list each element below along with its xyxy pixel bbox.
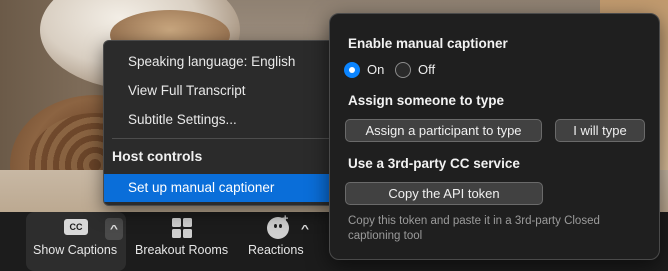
menu-item-subtitle-settings[interactable]: Subtitle Settings... — [104, 107, 335, 133]
assign-participant-button[interactable]: Assign a participant to type — [345, 119, 542, 142]
menu-item-speaking-language[interactable]: Speaking language: English — [104, 49, 335, 75]
radio-off-label: Off — [418, 62, 436, 77]
captions-dropdown-menu: Speaking language: English View Full Tra… — [103, 40, 336, 206]
closed-captions-icon: CC — [64, 219, 88, 235]
breakout-rooms-button[interactable]: Breakout Rooms — [132, 212, 232, 271]
chevron-up-icon: ^ — [300, 223, 310, 235]
captions-options-caret-button[interactable]: ^ — [105, 218, 123, 240]
menu-item-set-up-manual-captioner[interactable]: Set up manual captioner — [104, 174, 335, 202]
menu-divider — [112, 138, 329, 139]
copy-token-help-text: Copy this token and paste it in a 3rd-pa… — [348, 215, 600, 242]
manual-captioner-panel: Enable manual captioner On Off Assign so… — [329, 13, 660, 260]
radio-on[interactable] — [344, 62, 360, 78]
radio-on-label: On — [367, 62, 385, 77]
reactions-label: Reactions — [248, 243, 304, 257]
radio-off[interactable] — [395, 62, 411, 78]
chevron-up-icon: ^ — [109, 223, 119, 235]
breakout-rooms-label: Breakout Rooms — [135, 243, 229, 257]
show-captions-label: Show Captions — [33, 243, 118, 257]
breakout-rooms-icon — [172, 218, 192, 238]
assign-someone-heading: Assign someone to type — [348, 93, 505, 108]
i-will-type-button[interactable]: I will type — [555, 119, 645, 142]
third-party-cc-heading: Use a 3rd-party CC service — [348, 156, 520, 171]
reactions-plus-icon: + — [282, 213, 289, 225]
enable-captioner-heading: Enable manual captioner — [348, 36, 508, 51]
copy-api-token-button[interactable]: Copy the API token — [345, 182, 543, 205]
host-controls-heading: Host controls — [112, 148, 203, 164]
menu-item-view-transcript[interactable]: View Full Transcript — [104, 78, 335, 104]
reactions-caret-button[interactable]: ^ — [296, 218, 314, 240]
